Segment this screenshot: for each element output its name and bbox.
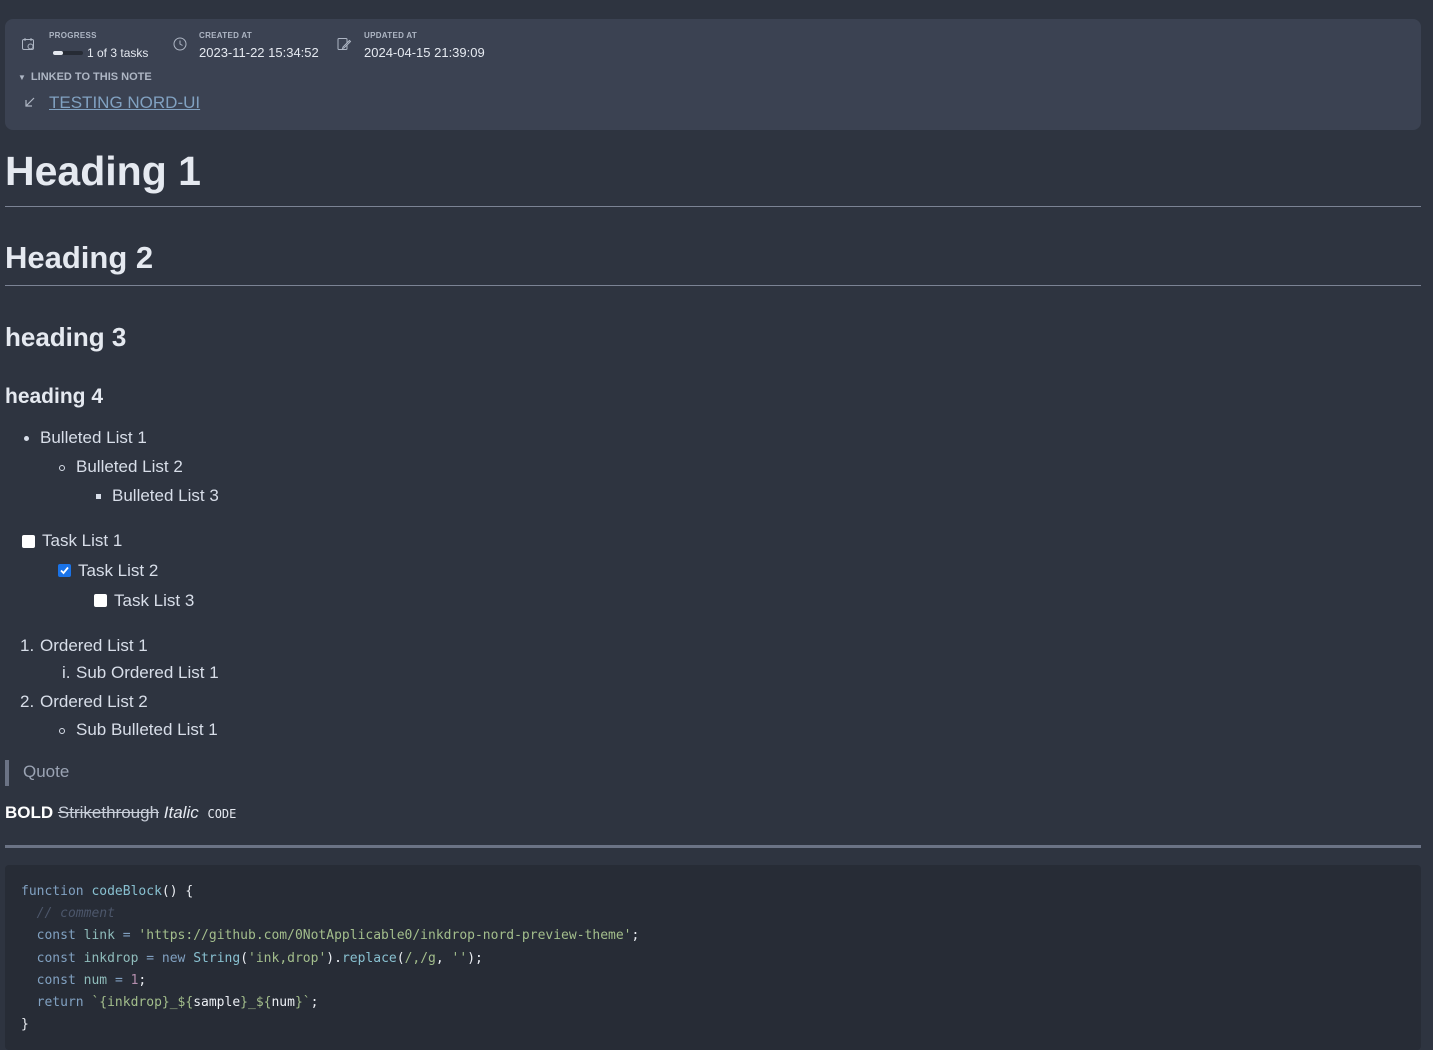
blockquote-text: Quote: [23, 762, 70, 781]
edit-icon: [337, 38, 352, 50]
code-line: // comment: [21, 906, 115, 921]
created-at-label: CREATED AT: [199, 31, 253, 40]
bulleted-list-item-3: Bulleted List 3: [112, 486, 219, 505]
heading-2: Heading 2: [5, 240, 154, 275]
linked-notes-label: LINKED TO THIS NOTE: [30, 71, 152, 83]
code-line: const inkdrop = new String('ink,drop').r…: [36, 951, 483, 966]
triangle-down-icon: ▼: [18, 73, 26, 82]
code-line: return `{inkdrop}_${sample}_${num}`;: [36, 995, 319, 1010]
bullet-circle-marker: [59, 728, 65, 734]
italic-text: Italic: [163, 803, 199, 822]
inline-formatting-line: BOLD Strikethrough Italic CODE: [5, 803, 236, 823]
code-block: function codeBlock() { // comment const …: [5, 865, 1421, 1050]
linked-notes-toggle[interactable]: ▼ LINKED TO THIS NOTE: [18, 71, 152, 83]
heading-4: heading 4: [5, 385, 104, 408]
task-2-checkbox[interactable]: [58, 564, 71, 577]
clock-icon: [173, 37, 187, 51]
inline-code-text: CODE: [207, 807, 237, 821]
progress-value: 1 of 3 tasks: [87, 46, 149, 60]
progress-bar: [53, 51, 83, 55]
bulleted-list-item-1: Bulleted List 1: [40, 428, 147, 447]
updated-at-label: UPDATED AT: [364, 31, 418, 40]
heading-1: Heading 1: [5, 148, 201, 194]
linked-note-link[interactable]: TESTING NORD-UI: [49, 93, 200, 113]
bullet-disc-marker: [24, 436, 29, 441]
note-metadata-panel: PROGRESS 1 of 3 tasks CREATED AT 2023-11…: [5, 19, 1421, 130]
bold-text: BOLD: [5, 803, 54, 822]
code-line: const num = 1;: [36, 973, 147, 988]
horizontal-rule: [5, 845, 1421, 848]
sub-ordered-marker: i.: [62, 663, 71, 682]
arrow-down-left-icon: [25, 97, 35, 107]
bulleted-list-item-2: Bulleted List 2: [76, 457, 183, 476]
ordered-marker-2: 2.: [20, 692, 35, 711]
sub-ordered-list-item-1: Sub Ordered List 1: [76, 663, 219, 682]
checkmark-icon: [60, 566, 69, 575]
sub-bulleted-list-item-1: Sub Bulleted List 1: [76, 720, 218, 739]
code-line: function codeBlock() {: [21, 884, 194, 899]
progress-bar-fill: [53, 51, 63, 55]
bullet-square-marker: [96, 494, 101, 499]
created-at-value: 2023-11-22 15:34:52: [199, 45, 319, 60]
task-list-item-2: Task List 2: [78, 561, 159, 580]
ordered-marker-1: 1.: [20, 636, 35, 655]
task-list-item-1: Task List 1: [42, 531, 123, 550]
ordered-list-item-1: Ordered List 1: [40, 636, 148, 655]
code-line: }: [21, 1017, 29, 1032]
bullet-circle-marker: [59, 465, 65, 471]
heading-2-divider: [5, 285, 1421, 286]
strikethrough-text: Strikethrough: [57, 803, 160, 822]
blockquote-bar: [5, 760, 9, 786]
code-line: const link = 'https://github.com/0NotApp…: [36, 928, 640, 943]
ordered-list-item-2: Ordered List 2: [40, 692, 148, 711]
heading-3: heading 3: [5, 322, 127, 352]
task-list-item-3: Task List 3: [114, 591, 195, 610]
task-progress-icon: [22, 38, 34, 50]
updated-at-value: 2024-04-15 21:39:09: [364, 45, 485, 60]
task-1-checkbox[interactable]: [22, 535, 35, 548]
task-3-checkbox[interactable]: [94, 594, 107, 607]
heading-1-divider: [5, 206, 1421, 207]
progress-label: PROGRESS: [49, 31, 97, 40]
